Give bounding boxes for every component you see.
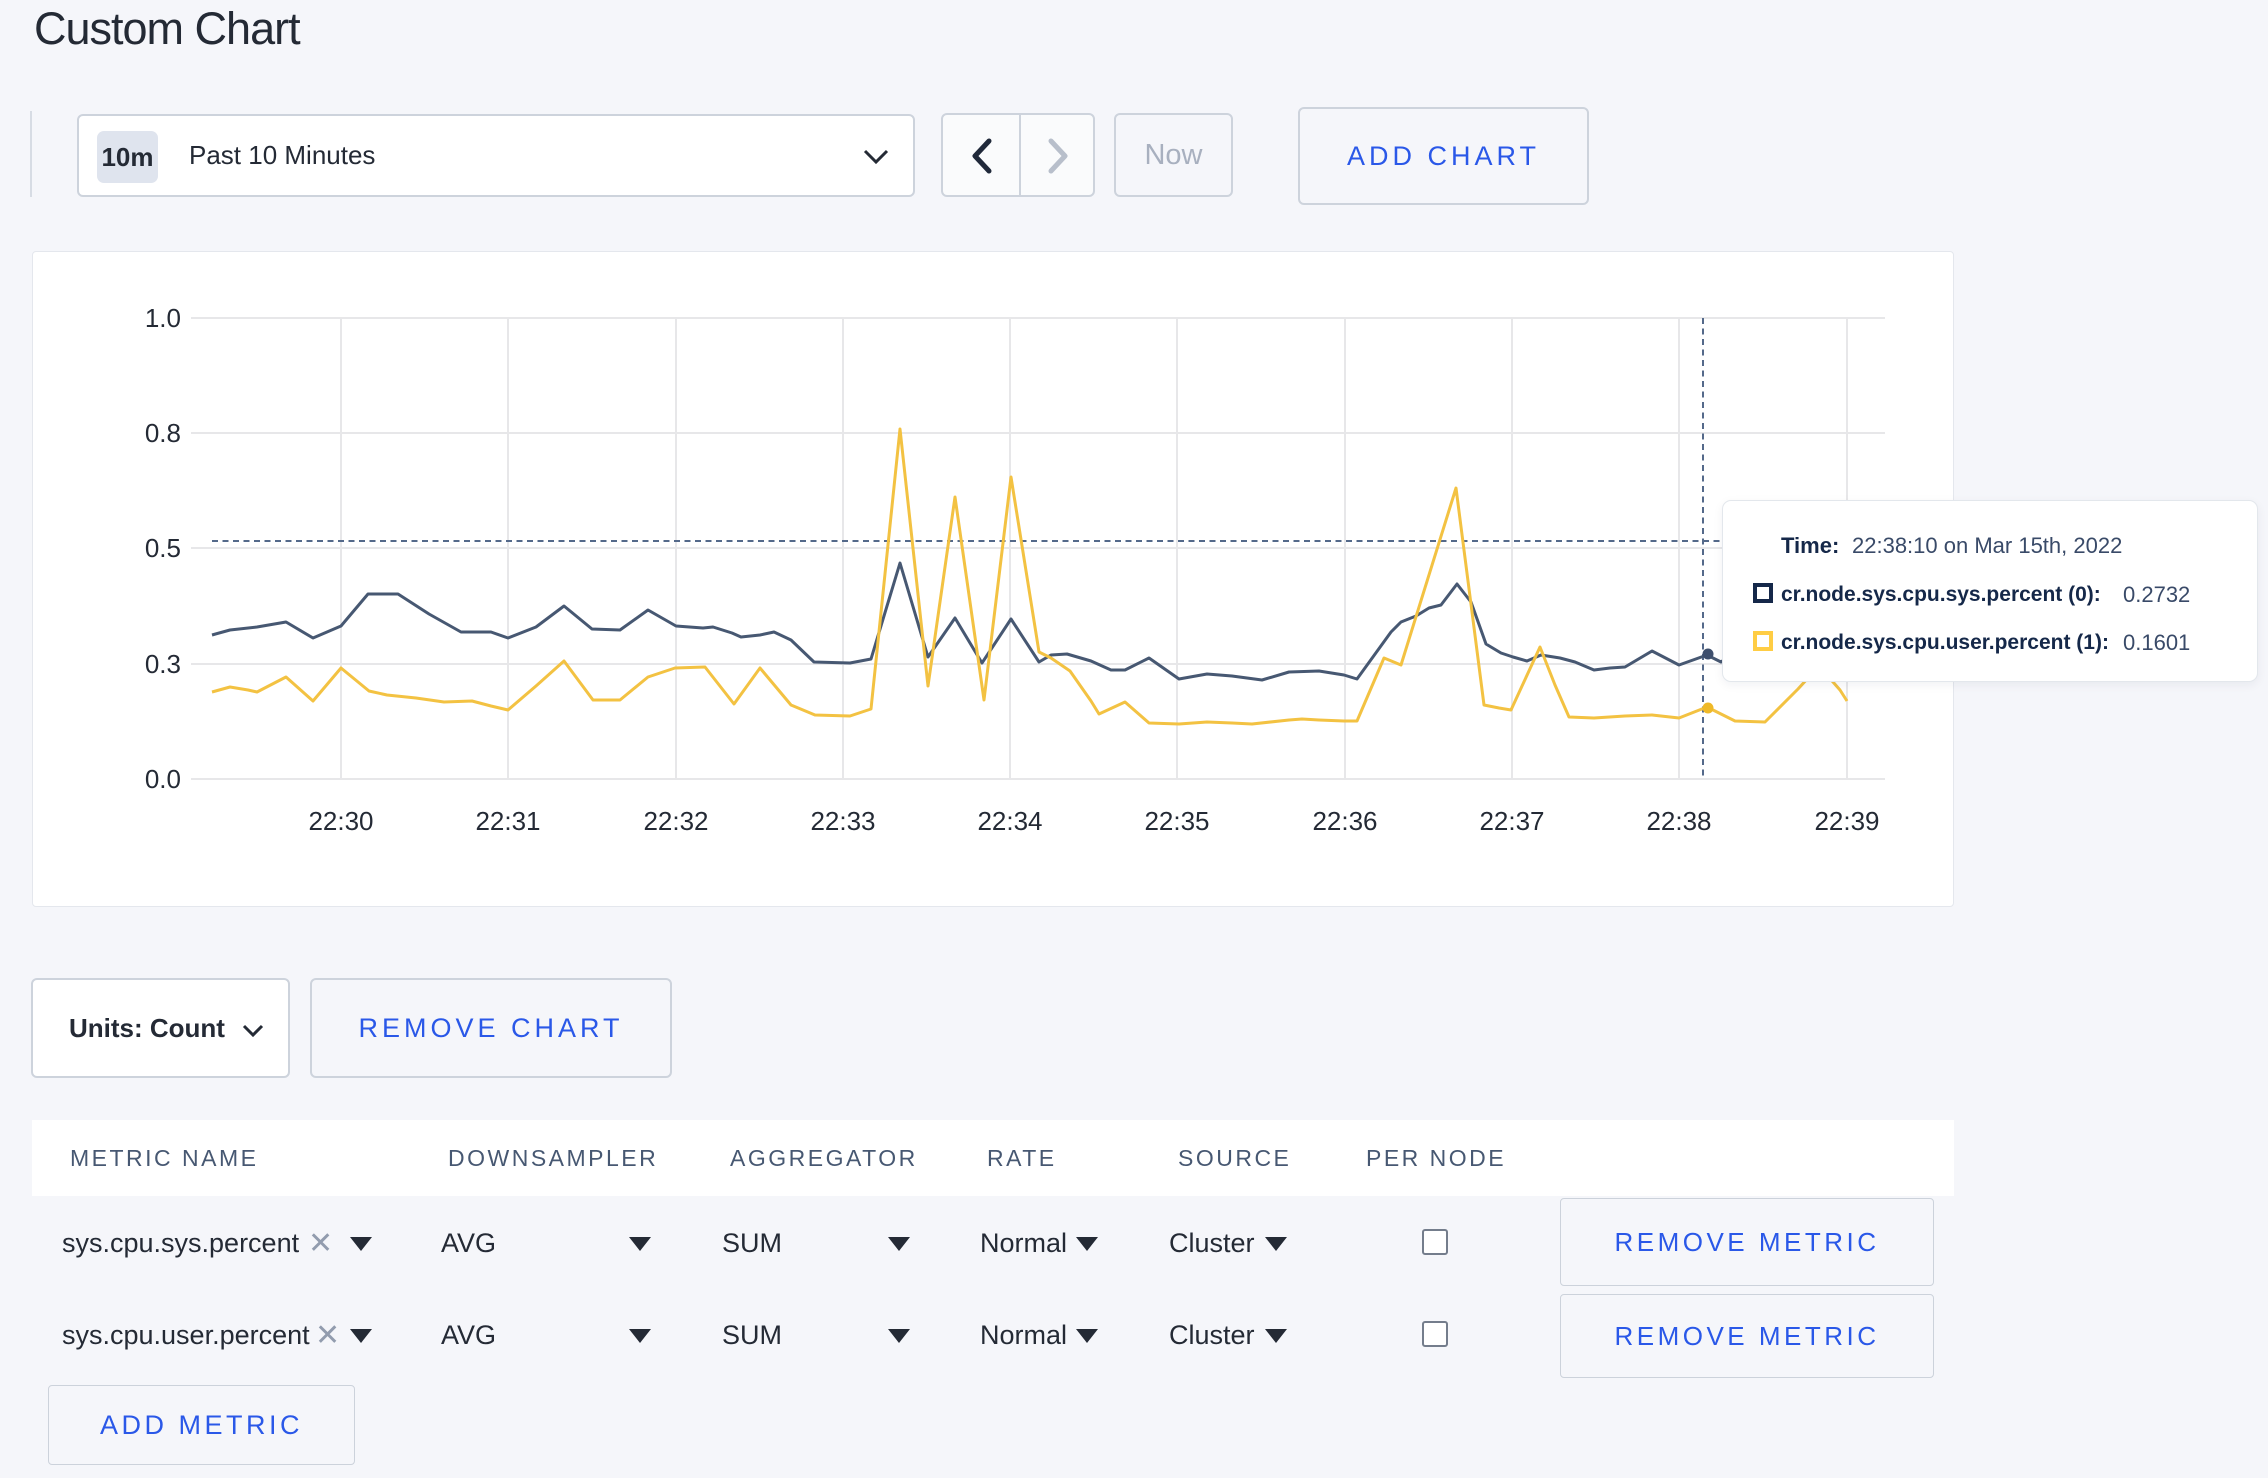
svg-text:0.8: 0.8	[145, 418, 181, 448]
svg-text:1.0: 1.0	[145, 303, 181, 333]
svg-text:22:37: 22:37	[1479, 806, 1544, 836]
svg-text:0.3: 0.3	[145, 649, 181, 679]
svg-text:22:39: 22:39	[1814, 806, 1879, 836]
svg-text:22:36: 22:36	[1312, 806, 1377, 836]
svg-text:22:35: 22:35	[1144, 806, 1209, 836]
svg-text:22:34: 22:34	[977, 806, 1042, 836]
svg-text:0.5: 0.5	[145, 533, 181, 563]
svg-text:0.0: 0.0	[145, 764, 181, 794]
svg-text:22:32: 22:32	[643, 806, 708, 836]
svg-text:22:30: 22:30	[308, 806, 373, 836]
svg-text:22:33: 22:33	[810, 806, 875, 836]
svg-text:22:31: 22:31	[475, 806, 540, 836]
svg-text:22:38: 22:38	[1646, 806, 1711, 836]
